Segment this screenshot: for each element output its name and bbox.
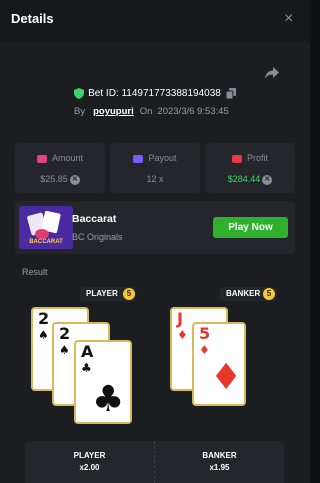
stats-row: Amount $25.85 ✕ Payout 12 x Profit $284.4… [15, 143, 295, 193]
username-link[interactable]: poyupuri [93, 106, 134, 117]
diamond-icon: ♦ [210, 357, 243, 398]
player-header: PLAYER 5 [80, 287, 136, 301]
profit-stat: Profit $284.44 ✕ [205, 143, 295, 193]
details-modal: Details × Bet ID: 114971773388194038 By p… [0, 0, 310, 483]
modal-header: Details × [0, 0, 310, 42]
profit-label: Profit [246, 153, 268, 163]
banker-bet-multiplier: x1.95 [209, 463, 230, 472]
player-bet-multiplier: x2.00 [79, 463, 100, 472]
player-label: PLAYER [86, 289, 118, 298]
bet-byline: By poyupuri On 2023/3/6 9:53:45 [74, 106, 229, 117]
play-now-button[interactable]: Play Now [213, 217, 288, 238]
amount-value: $25.85 [40, 174, 68, 184]
club-icon: ♣ [81, 361, 92, 375]
banker-label: BANKER [226, 289, 261, 298]
by-label: By [74, 106, 86, 117]
game-provider: BC Originals [72, 232, 123, 242]
player-score-badge: 5 [123, 288, 135, 300]
payout-value: 12 x [146, 174, 164, 184]
card-rank: 2 [38, 309, 50, 328]
amount-stat: Amount $25.85 ✕ [15, 143, 105, 193]
currency-icon: ✕ [69, 174, 80, 185]
profit-value: $284.44 [227, 174, 261, 184]
card-rank: 5 [199, 324, 211, 343]
shield-icon [74, 88, 85, 99]
player-bet-box: PLAYER x2.00 [25, 441, 154, 483]
bet-datetime: 2023/3/6 9:53:45 [157, 106, 229, 117]
profit-icon [231, 154, 242, 163]
payout-icon [133, 154, 144, 163]
club-icon: ♣ [92, 379, 125, 420]
spade-icon: ♠ [59, 343, 70, 357]
close-icon[interactable]: × [284, 10, 293, 28]
game-thumbnail[interactable]: BACCARAT [19, 206, 73, 249]
card-rank: 2 [59, 324, 71, 343]
payout-stat: Payout 12 x [110, 143, 200, 193]
banker-card-2: 5 ♦ ♦ [192, 322, 246, 406]
currency-icon: ✕ [262, 174, 273, 185]
share-icon[interactable] [264, 66, 280, 80]
thumb-logo-text: BACCARAT [29, 239, 63, 245]
card-rank: J [177, 309, 183, 328]
bet-id: Bet ID: 114971773388194038 [88, 88, 221, 100]
bet-id-row: Bet ID: 114971773388194038 [0, 88, 310, 99]
on-label: On [139, 106, 153, 117]
payout-label: Payout [148, 153, 177, 163]
banker-header: BANKER 5 [220, 287, 277, 301]
diamond-icon: ♦ [177, 328, 188, 342]
banker-score-badge: 5 [263, 288, 275, 300]
result-label: Result [22, 267, 48, 277]
amount-label: Amount [51, 153, 84, 163]
diamond-icon: ♦ [199, 343, 210, 357]
modal-title: Details [11, 11, 54, 26]
player-card-3: A ♣ ♣ [74, 340, 132, 424]
player-bet-label: PLAYER [73, 451, 106, 460]
game-name: Baccarat [72, 213, 117, 225]
game-card: BACCARAT Baccarat BC Originals Play Now [15, 201, 295, 254]
card-rank: A [81, 342, 94, 361]
chip-graphic [35, 229, 49, 239]
coins-icon [36, 154, 47, 163]
copy-icon[interactable] [225, 88, 236, 99]
banker-bet-box: BANKER x1.95 [155, 441, 284, 483]
spade-icon: ♠ [38, 328, 49, 342]
banker-bet-label: BANKER [202, 451, 237, 460]
